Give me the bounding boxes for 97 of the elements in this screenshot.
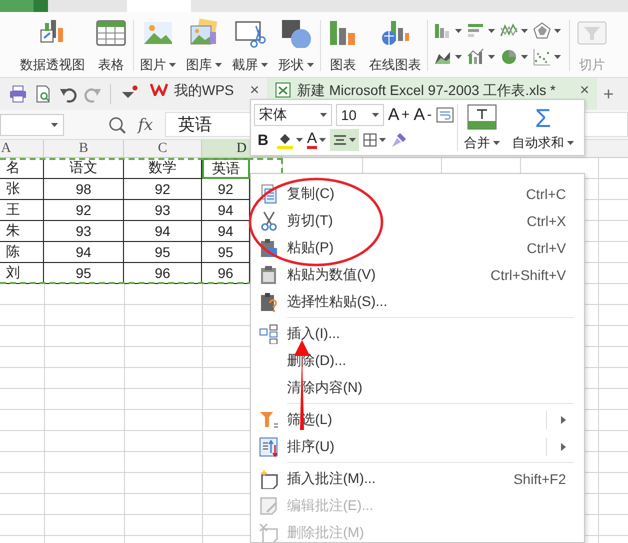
ribbon-button[interactable]: 截屏: [232, 12, 268, 77]
ribbon-button[interactable]: 图片: [140, 12, 176, 77]
caret-icon: [51, 122, 58, 126]
table-cell[interactable]: 94: [202, 200, 250, 221]
column-header[interactable]: A: [0, 140, 44, 157]
caret-icon: [372, 112, 379, 117]
caret-icon: [320, 112, 327, 117]
table-cell[interactable]: 96: [202, 263, 250, 284]
caret-icon: [554, 55, 561, 59]
table-cell[interactable]: 94: [202, 221, 250, 242]
clipboard-question-icon: [259, 292, 279, 312]
brush-icon: [391, 132, 408, 148]
scissors-icon: [259, 210, 279, 230]
table-cell[interactable]: 92: [124, 179, 202, 200]
chart-icon: [533, 22, 551, 40]
table-cell[interactable]: 94: [124, 221, 202, 242]
table-icon: [95, 18, 127, 48]
font-dropdown[interactable]: 宋体: [254, 104, 332, 126]
size-dropdown[interactable]: 10: [336, 104, 384, 126]
ribbon-button[interactable]: 在线图表: [369, 12, 421, 77]
caret-icon: [307, 63, 314, 67]
chart-icon: [434, 22, 452, 40]
table-cell[interactable]: 98: [44, 179, 124, 200]
caret-icon: [215, 63, 222, 67]
menu-item[interactable]: 排序(U): [251, 433, 584, 460]
table-cell[interactable]: 92: [44, 200, 124, 221]
table-cell[interactable]: 数学: [124, 158, 202, 179]
copy-icon: [259, 184, 279, 204]
zoom-icon: [108, 116, 126, 134]
ribbon-button[interactable]: 图表: [327, 12, 359, 77]
caret-icon: [521, 29, 528, 33]
caret-icon: [488, 55, 495, 59]
align-center-icon: [333, 134, 348, 146]
online-chart-icon: [379, 18, 411, 48]
menu-item[interactable]: 粘贴为数值(V) Ctrl+Shift+V: [251, 261, 584, 288]
table-cell[interactable]: 94: [44, 242, 124, 263]
clipboard-icon: [259, 264, 279, 284]
borders-icon: [363, 133, 378, 148]
menu-item[interactable]: 剪切(T) Ctrl+X: [251, 207, 584, 234]
table-cell[interactable]: 英语: [202, 158, 250, 179]
caret-icon: [488, 29, 495, 33]
new-tab-button[interactable]: +: [603, 84, 614, 104]
wps-logo-icon: [150, 82, 168, 96]
menu-item[interactable]: 选择性粘贴(S)...: [251, 288, 584, 315]
table-cell[interactable]: 93: [44, 221, 124, 242]
table-cell[interactable]: 92: [202, 179, 250, 200]
table-cell[interactable]: 95: [202, 242, 250, 263]
chart-icon: [500, 48, 518, 66]
menu-item[interactable]: 插入批注(M)... Shift+F2: [251, 465, 584, 492]
table-cell[interactable]: 95: [124, 242, 202, 263]
ribbon-button[interactable]: 形状: [278, 12, 314, 77]
caret-icon: [261, 63, 268, 67]
table-cell[interactable]: 王: [0, 200, 44, 221]
caret-icon: [455, 29, 462, 33]
table-cell[interactable]: 朱: [0, 221, 44, 242]
ribbon-button[interactable]: 表格: [95, 12, 127, 77]
clipboard-icon: [259, 238, 279, 258]
chart-icon: [467, 48, 485, 66]
caret-icon: [169, 63, 176, 67]
ribbon-button[interactable]: 图库: [186, 12, 222, 77]
print-icon: [9, 85, 27, 103]
menu-item[interactable]: 粘贴(P) Ctrl+V: [251, 234, 584, 261]
font-color-button[interactable]: A: [307, 129, 326, 152]
ribbon-button[interactable]: 数据透视图: [20, 12, 85, 77]
submenu-arrow-icon: [561, 442, 566, 450]
tab-title[interactable]: 新建 Microsoft Excel 97-2003 工作表.xls *: [297, 82, 556, 100]
print-preview-icon: [34, 85, 52, 103]
table-cell[interactable]: 语文: [44, 158, 124, 179]
table-cell[interactable]: 陈: [0, 242, 44, 263]
insert-cells-icon: [259, 324, 279, 344]
table-cell[interactable]: 95: [44, 263, 124, 284]
table-cell[interactable]: 名: [0, 158, 44, 179]
caret-icon: [554, 29, 561, 33]
caret-icon: [521, 55, 528, 59]
function-button[interactable]: fx: [138, 115, 153, 134]
menu-item[interactable]: 复制(C) Ctrl+C: [251, 180, 584, 207]
sort-icon: [259, 436, 279, 456]
close-button[interactable]: ×: [570, 82, 590, 100]
shapes-icon: [280, 18, 312, 48]
note-pencil-icon: [259, 496, 279, 516]
align-button[interactable]: [330, 129, 360, 152]
tab-title[interactable]: 我的WPS: [174, 82, 234, 100]
merge-cells-icon: [467, 104, 497, 130]
menu-item[interactable]: 插入(I)...: [251, 320, 584, 347]
table-cell[interactable]: 张: [0, 179, 44, 200]
funnel-icon: [259, 410, 279, 430]
table-cell[interactable]: 93: [124, 200, 202, 221]
chart-icon: [533, 48, 551, 66]
note-spark-icon: [259, 468, 279, 488]
table-cell[interactable]: 96: [124, 263, 202, 284]
paint-bucket-icon: [276, 131, 294, 150]
caret-icon: [455, 55, 462, 59]
submenu-arrow-icon: [561, 416, 566, 424]
wrap-text-icon: [436, 106, 454, 123]
close-button[interactable]: ×: [240, 82, 260, 100]
column-header[interactable]: B: [44, 140, 124, 157]
chart-icon: [467, 22, 485, 40]
